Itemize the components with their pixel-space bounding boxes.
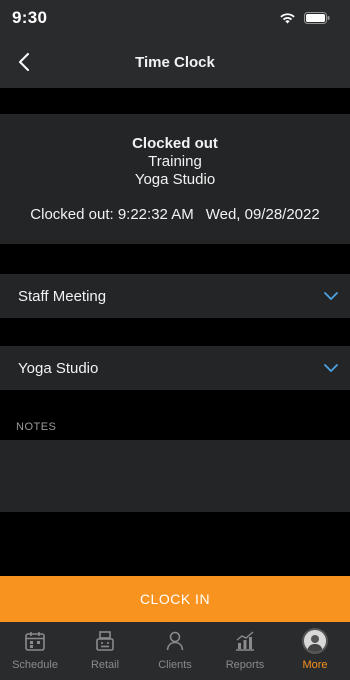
job-select-value: Staff Meeting [18,287,107,305]
tab-schedule[interactable]: Schedule [0,622,70,680]
notes-field[interactable] [0,440,350,512]
calendar-icon [22,628,48,654]
clock-in-button[interactable]: CLOCK IN [0,576,350,622]
chevron-down-icon [324,364,338,372]
tab-clients[interactable]: Clients [140,622,210,680]
clocked-out-date: Wed, 09/28/2022 [205,206,320,223]
clock-time-row: Clocked out: 9:22:32 AM Wed, 09/28/2022 [0,206,350,223]
person-icon [162,628,188,654]
clock-state: Clocked out [132,135,218,152]
back-button[interactable] [10,48,38,76]
clock-status-card: Clocked out Training Yoga Studio Clocked… [0,114,350,244]
status-bar: 9:30 [0,0,350,36]
tab-retail[interactable]: Retail [70,622,140,680]
avatar [302,628,328,654]
location-select[interactable]: Yoga Studio [0,346,350,390]
battery-icon [304,12,330,24]
chart-icon [232,628,258,654]
tab-label: Retail [90,659,120,671]
status-icons [279,12,330,24]
location-select-value: Yoga Studio [18,359,99,377]
clocked-out-time: Clocked out: 9:22:32 AM [30,206,194,223]
nav-bar: Time Clock [0,36,350,88]
notes-label: NOTES [16,421,57,433]
status-time: 9:30 [12,8,48,27]
location-name: Yoga Studio [134,171,216,188]
tab-label: Reports [225,659,265,671]
job-select[interactable]: Staff Meeting [0,274,350,318]
tab-label: More [302,659,328,671]
chevron-down-icon [324,292,338,300]
page-title: Time Clock [135,53,215,71]
chevron-left-icon [19,53,29,71]
tab-label: Clients [158,659,192,671]
tab-label: Schedule [12,659,58,671]
tab-reports[interactable]: Reports [210,622,280,680]
register-icon [92,628,118,654]
time-clock-screen: 9:30 Time Clock Clocked out Training Yog… [0,0,350,680]
wifi-icon [280,13,295,24]
tab-more[interactable]: More [280,622,350,680]
class-name: Training [148,153,202,170]
tab-bar: Schedule Retail Clients Reports More [0,622,350,680]
